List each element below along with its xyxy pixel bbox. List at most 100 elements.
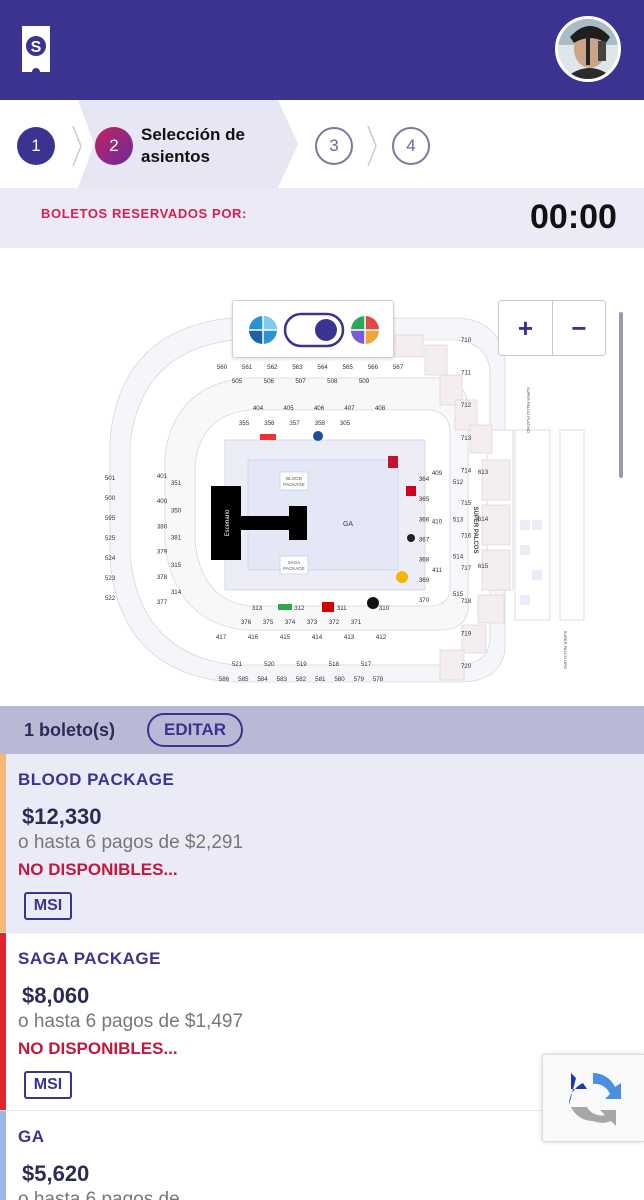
- section-366[interactable]: 366: [419, 516, 430, 523]
- section-377[interactable]: 377: [157, 599, 168, 606]
- section-400[interactable]: 400: [157, 498, 168, 505]
- section-501[interactable]: 501: [105, 475, 116, 482]
- section-579[interactable]: 579: [354, 676, 365, 683]
- section-517[interactable]: 517: [361, 661, 372, 668]
- section-358[interactable]: 358: [315, 420, 326, 427]
- section-313[interactable]: 313: [252, 605, 263, 612]
- section-508[interactable]: 508: [327, 378, 338, 385]
- zoom-in-button[interactable]: +: [499, 301, 552, 355]
- section-507[interactable]: 507: [295, 378, 306, 385]
- section-410[interactable]: 410: [432, 519, 443, 526]
- section-415[interactable]: 415: [280, 634, 291, 641]
- section-364[interactable]: 364: [419, 476, 430, 483]
- section-view-icon[interactable]: [351, 316, 379, 344]
- section-374[interactable]: 374: [285, 619, 296, 626]
- section-719[interactable]: 719: [461, 630, 472, 637]
- section-523[interactable]: 523: [105, 575, 116, 582]
- section-500[interactable]: 500: [105, 495, 116, 502]
- section-367[interactable]: 367: [419, 537, 430, 544]
- section-407[interactable]: 407: [344, 405, 355, 412]
- section-365[interactable]: 365: [419, 496, 430, 503]
- section-416[interactable]: 416: [248, 634, 259, 641]
- section-711[interactable]: 711: [461, 370, 471, 377]
- recaptcha-badge[interactable]: [542, 1054, 644, 1142]
- section-578[interactable]: 578: [373, 676, 384, 683]
- section-521[interactable]: 521: [232, 661, 243, 668]
- section-369[interactable]: 369: [419, 577, 430, 584]
- section-406[interactable]: 406: [314, 405, 325, 412]
- section-518[interactable]: 518: [329, 661, 340, 668]
- section-305[interactable]: 305: [340, 420, 351, 427]
- section-505[interactable]: 505: [232, 378, 243, 385]
- section-720[interactable]: 720: [461, 663, 472, 670]
- section-712[interactable]: 712: [461, 402, 472, 409]
- section-713[interactable]: 713: [461, 435, 472, 442]
- section-408[interactable]: 408: [375, 405, 386, 412]
- section-560[interactable]: 560: [217, 364, 228, 371]
- section-514[interactable]: 514: [453, 554, 464, 561]
- section-710[interactable]: 710: [461, 337, 472, 344]
- section-315[interactable]: 315: [171, 562, 182, 569]
- user-avatar[interactable]: [555, 16, 621, 82]
- section-585[interactable]: 585: [238, 676, 249, 683]
- section-312[interactable]: 312: [294, 605, 305, 612]
- ticket-s-logo-icon[interactable]: S: [20, 24, 52, 74]
- section-412[interactable]: 412: [376, 634, 387, 641]
- section-595[interactable]: 595: [105, 515, 116, 522]
- section-566[interactable]: 566: [368, 364, 379, 371]
- section-519[interactable]: 519: [296, 661, 307, 668]
- section-614[interactable]: 614: [478, 516, 489, 523]
- section-405[interactable]: 405: [283, 405, 294, 412]
- map-view-toggle[interactable]: [232, 300, 394, 358]
- section-311[interactable]: 311: [337, 605, 347, 612]
- section-582[interactable]: 582: [296, 676, 307, 683]
- section-564[interactable]: 564: [317, 364, 328, 371]
- section-562[interactable]: 562: [267, 364, 278, 371]
- section-355[interactable]: 355: [239, 420, 250, 427]
- section-413[interactable]: 413: [344, 634, 355, 641]
- edit-tickets-button[interactable]: EDITAR: [147, 713, 243, 747]
- section-513[interactable]: 513: [453, 516, 464, 523]
- section-380[interactable]: 380: [157, 523, 168, 530]
- section-417[interactable]: 417: [216, 634, 227, 641]
- price-view-icon[interactable]: [249, 316, 277, 344]
- zoom-out-button[interactable]: −: [551, 301, 605, 355]
- section-310[interactable]: 310: [379, 605, 390, 612]
- section-522[interactable]: 522: [105, 595, 116, 602]
- section-520[interactable]: 520: [264, 661, 275, 668]
- section-715[interactable]: 715: [461, 500, 472, 507]
- section-372[interactable]: 372: [329, 619, 340, 626]
- section-411[interactable]: 411: [432, 567, 442, 574]
- section-356[interactable]: 356: [264, 420, 275, 427]
- section-718[interactable]: 718: [461, 598, 472, 605]
- section-714[interactable]: 714: [461, 467, 472, 474]
- section-567[interactable]: 567: [393, 364, 404, 371]
- section-583[interactable]: 583: [277, 676, 288, 683]
- section-401[interactable]: 401: [157, 473, 168, 480]
- section-368[interactable]: 368: [419, 557, 430, 564]
- section-381[interactable]: 381: [171, 535, 182, 542]
- section-563[interactable]: 563: [292, 364, 303, 371]
- map-scrollbar[interactable]: [619, 312, 623, 478]
- section-414[interactable]: 414: [312, 634, 323, 641]
- section-376[interactable]: 376: [241, 619, 252, 626]
- section-370[interactable]: 370: [419, 597, 430, 604]
- section-509[interactable]: 509: [359, 378, 370, 385]
- section-525[interactable]: 525: [105, 535, 116, 542]
- section-524[interactable]: 524: [105, 555, 116, 562]
- section-512[interactable]: 512: [453, 479, 464, 486]
- package-card-blood[interactable]: BLOOD PACKAGE $12,330 o hasta 6 pagos de…: [0, 754, 644, 932]
- section-357[interactable]: 357: [289, 420, 300, 427]
- section-375[interactable]: 375: [263, 619, 274, 626]
- section-565[interactable]: 565: [343, 364, 354, 371]
- section-581[interactable]: 581: [315, 676, 326, 683]
- section-584[interactable]: 584: [257, 676, 268, 683]
- section-404[interactable]: 404: [253, 405, 264, 412]
- section-717[interactable]: 717: [461, 565, 472, 572]
- section-586[interactable]: 586: [219, 676, 230, 683]
- section-409[interactable]: 409: [432, 470, 443, 477]
- section-314[interactable]: 314: [171, 589, 182, 596]
- section-613[interactable]: 613: [478, 469, 489, 476]
- section-580[interactable]: 580: [334, 676, 345, 683]
- section-351[interactable]: 351: [171, 480, 182, 487]
